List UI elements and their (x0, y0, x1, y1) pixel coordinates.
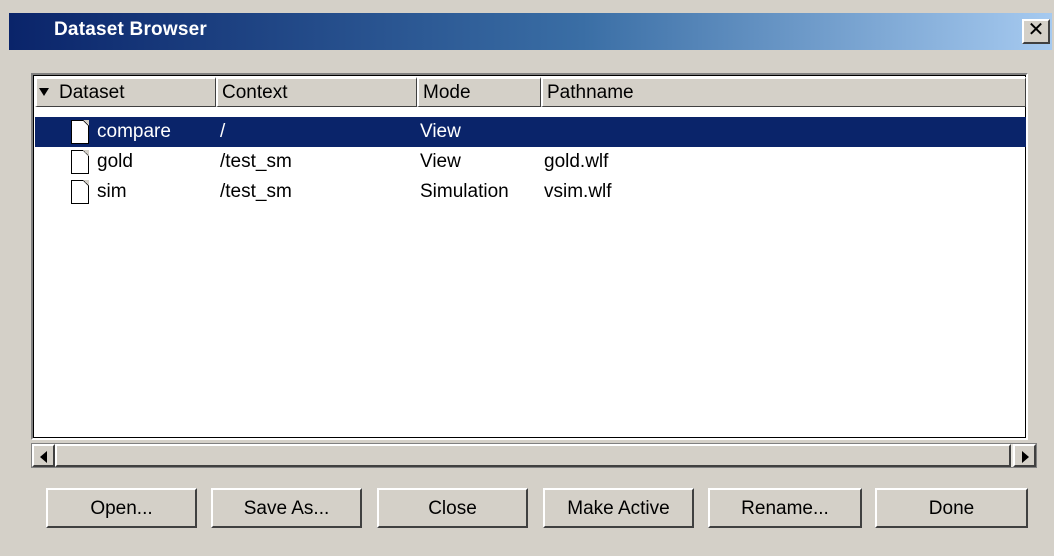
scrollbar-thumb[interactable] (55, 444, 1011, 467)
mode-cell: View (420, 151, 461, 172)
column-label: Dataset (59, 82, 125, 103)
close-icon: ✕ (1027, 19, 1045, 41)
done-button[interactable]: Done (875, 488, 1028, 528)
column-header-mode[interactable]: Mode (417, 77, 541, 107)
sort-descending-icon (39, 88, 49, 96)
dataset-list[interactable]: Dataset Context Mode Pathname compare / … (31, 73, 1028, 440)
table-row[interactable]: gold /test_sm View gold.wlf (35, 147, 1026, 177)
close-window-button[interactable]: ✕ (1022, 19, 1050, 44)
file-icon (71, 150, 89, 174)
file-icon (71, 120, 89, 144)
dataset-cell: compare (97, 121, 171, 142)
title-bar[interactable]: Dataset Browser ✕ (9, 13, 1052, 50)
context-cell: /test_sm (220, 181, 292, 202)
mode-cell: Simulation (420, 181, 509, 202)
column-header-dataset[interactable]: Dataset (35, 77, 216, 107)
open-button[interactable]: Open... (46, 488, 197, 528)
make-active-button[interactable]: Make Active (543, 488, 694, 528)
table-row[interactable]: compare / View (35, 117, 1026, 147)
dataset-browser-window: Dataset Browser ✕ Dataset Context Mode P… (0, 0, 1054, 556)
rename-button[interactable]: Rename... (708, 488, 862, 528)
pathname-cell: gold.wlf (544, 151, 609, 172)
horizontal-scrollbar[interactable] (31, 443, 1037, 468)
column-label: Mode (423, 82, 471, 103)
window-title: Dataset Browser (54, 19, 207, 40)
scroll-right-icon[interactable] (1013, 444, 1036, 467)
table-row[interactable]: sim /test_sm Simulation vsim.wlf (35, 177, 1026, 207)
column-label: Pathname (547, 82, 634, 103)
table-header: Dataset Context Mode Pathname (35, 77, 1026, 107)
column-label: Context (222, 82, 288, 103)
file-icon (71, 180, 89, 204)
column-header-pathname[interactable]: Pathname (541, 77, 1026, 107)
save-as-button[interactable]: Save As... (211, 488, 362, 528)
column-header-context[interactable]: Context (216, 77, 417, 107)
scroll-left-icon[interactable] (32, 444, 55, 467)
table-body: compare / View gold /test_sm View gold.w… (35, 117, 1026, 207)
context-cell: / (220, 121, 226, 142)
dataset-cell: sim (97, 181, 127, 202)
dataset-cell: gold (97, 151, 133, 172)
mode-cell: View (420, 121, 461, 142)
pathname-cell: vsim.wlf (544, 181, 612, 202)
close-button[interactable]: Close (377, 488, 528, 528)
context-cell: /test_sm (220, 151, 292, 172)
